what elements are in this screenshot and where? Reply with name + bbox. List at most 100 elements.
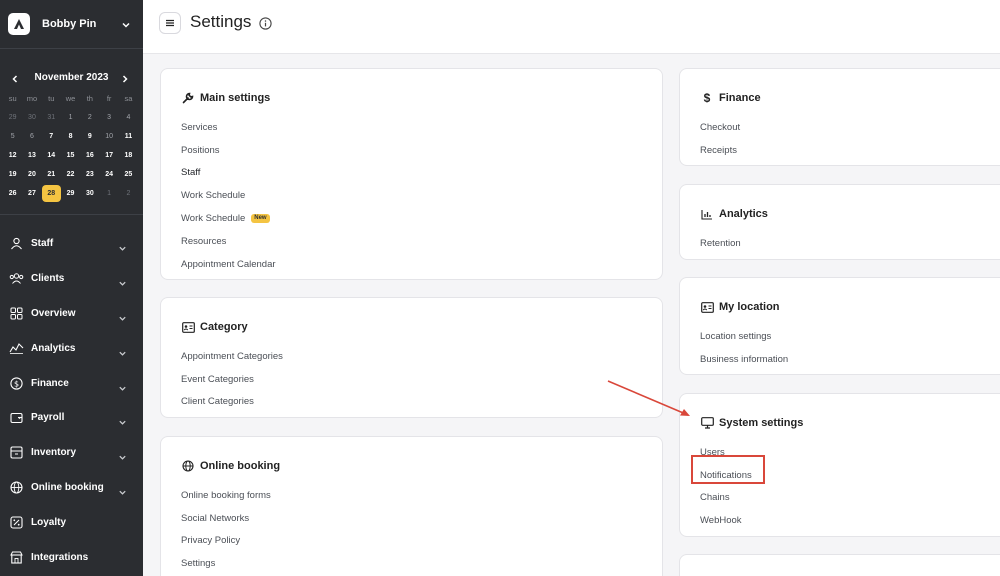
- link-resources[interactable]: Resources: [181, 230, 276, 253]
- chevron-down-icon: [118, 414, 127, 432]
- calendar-day[interactable]: 5: [3, 128, 22, 145]
- link-users[interactable]: Users: [700, 441, 752, 464]
- chevron-down-icon: [118, 449, 127, 467]
- weekday-label: th: [86, 94, 93, 103]
- link-location-settings[interactable]: Location settings: [700, 325, 788, 348]
- calendar-day[interactable]: 23: [80, 166, 99, 183]
- link-webhook[interactable]: WebHook: [700, 509, 752, 532]
- calendar-day[interactable]: 27: [22, 185, 41, 202]
- calendar-day[interactable]: 30: [22, 109, 41, 126]
- sidebar-item-finance[interactable]: $ Finance: [0, 366, 143, 401]
- hamburger-icon: [166, 19, 174, 27]
- link-list: Services Positions Staff Work Schedule W…: [181, 116, 276, 276]
- chevron-down-icon: [118, 484, 127, 502]
- chevron-right-icon[interactable]: [120, 71, 130, 89]
- new-badge: New: [251, 214, 270, 224]
- sidebar-item-analytics[interactable]: Analytics: [0, 331, 143, 366]
- calendar-day[interactable]: 8: [61, 128, 80, 145]
- link-notifications[interactable]: Notifications: [700, 464, 752, 487]
- calendar-day[interactable]: 10: [99, 128, 118, 145]
- calendar-day[interactable]: 1: [99, 185, 118, 202]
- calendar-day[interactable]: 7: [42, 128, 61, 145]
- account-name: Bobby Pin: [42, 18, 97, 30]
- calendar-day[interactable]: 4: [119, 109, 138, 126]
- calendar-day[interactable]: 3: [99, 109, 118, 126]
- link-client-categories[interactable]: Client Categories: [181, 391, 283, 414]
- link-list: Users Notifications Chains WebHook: [700, 441, 752, 532]
- calendar-day[interactable]: 21: [42, 166, 61, 183]
- link-list: Online booking forms Social Networks Pri…: [181, 484, 271, 575]
- account-switcher[interactable]: Bobby Pin: [0, 0, 143, 48]
- link-work-schedule[interactable]: Work Schedule: [181, 184, 276, 207]
- link-list: Appointment Categories Event Categories …: [181, 345, 283, 413]
- link-receipts[interactable]: Receipts: [700, 139, 740, 162]
- calendar-week: 29 30 31 1 2 3 4: [3, 108, 139, 127]
- link-online-booking-forms[interactable]: Online booking forms: [181, 484, 271, 507]
- sidebar-item-label: Staff: [31, 237, 54, 249]
- calendar-day[interactable]: 17: [99, 147, 118, 164]
- chevron-down-icon[interactable]: [121, 17, 131, 35]
- calendar-day[interactable]: 31: [42, 109, 61, 126]
- sidebar-item-staff[interactable]: Staff: [0, 226, 143, 261]
- link-appointment-calendar[interactable]: Appointment Calendar: [181, 253, 276, 276]
- calendar-week: 5 6 7 8 9 10 11: [3, 127, 139, 146]
- link-social-networks[interactable]: Social Networks: [181, 507, 271, 530]
- calendar-day[interactable]: 2: [119, 185, 138, 202]
- link-settings[interactable]: Settings: [181, 552, 271, 575]
- calendar-day[interactable]: 19: [3, 166, 22, 183]
- sidebar-item-payroll[interactable]: Payroll: [0, 400, 143, 435]
- calendar-day[interactable]: 9: [80, 128, 99, 145]
- calendar-day[interactable]: 11: [119, 128, 138, 145]
- link-privacy-policy[interactable]: Privacy Policy: [181, 530, 271, 553]
- menu-toggle-button[interactable]: [159, 12, 181, 34]
- calendar-day[interactable]: 20: [22, 166, 41, 183]
- calendar-day[interactable]: 1: [61, 109, 80, 126]
- link-services[interactable]: Services: [181, 116, 276, 139]
- sidebar-item-loyalty[interactable]: Loyalty: [0, 505, 143, 540]
- calendar-day[interactable]: 2: [80, 109, 99, 126]
- divider: [0, 214, 143, 215]
- link-work-schedule-new[interactable]: Work Schedule New: [181, 207, 276, 230]
- calendar-day[interactable]: 13: [22, 147, 41, 164]
- calendar-day[interactable]: 15: [61, 147, 80, 164]
- weekday-label: mo: [26, 94, 38, 103]
- calendar-day[interactable]: 16: [80, 147, 99, 164]
- calendar-week: 19 20 21 22 23 24 25: [3, 165, 139, 184]
- link-chains[interactable]: Chains: [700, 487, 752, 510]
- link-business-information[interactable]: Business information: [700, 348, 788, 371]
- calendar-day[interactable]: 14: [42, 147, 61, 164]
- calendar-day[interactable]: 18: [119, 147, 138, 164]
- chevron-down-icon: [118, 380, 127, 398]
- id-card-icon: [700, 300, 714, 314]
- sidebar-item-label: Analytics: [31, 342, 76, 354]
- info-icon[interactable]: [259, 17, 272, 35]
- sidebar-item-label: Clients: [31, 272, 65, 284]
- link-event-categories[interactable]: Event Categories: [181, 368, 283, 391]
- calendar-day[interactable]: 30: [80, 185, 99, 202]
- link-retention[interactable]: Retention: [700, 232, 741, 255]
- calendar-day[interactable]: 12: [3, 147, 22, 164]
- calendar-day[interactable]: 24: [99, 166, 118, 183]
- calendar-day[interactable]: 25: [119, 166, 138, 183]
- card-finance: $ Finance Checkout Receipts: [679, 68, 1000, 166]
- sidebar-item-inventory[interactable]: Inventory: [0, 435, 143, 470]
- link-checkout[interactable]: Checkout: [700, 116, 740, 139]
- link-positions[interactable]: Positions: [181, 139, 276, 162]
- sidebar-item-overview[interactable]: Overview: [0, 296, 143, 331]
- sidebar-item-online-booking[interactable]: Online booking: [0, 470, 143, 505]
- calendar-day[interactable]: 26: [3, 185, 22, 202]
- id-card-icon: [181, 320, 195, 334]
- calendar-grid: su mo tu we th fr sa 29 30 31 1 2 3 4 5 6 7 8 9 10 11 12 13 14 1…: [3, 89, 139, 203]
- link-appointment-categories[interactable]: Appointment Categories: [181, 345, 283, 368]
- calendar-day[interactable]: 6: [22, 128, 41, 145]
- link-staff[interactable]: Staff: [181, 162, 276, 185]
- calendar-day-selected[interactable]: 28: [41, 185, 61, 202]
- globe-icon: [9, 480, 24, 495]
- calendar-day[interactable]: 29: [61, 185, 80, 202]
- calendar-day[interactable]: 29: [3, 109, 22, 126]
- card-partial: [679, 554, 1000, 576]
- chevron-down-icon: [118, 345, 127, 363]
- sidebar-item-clients[interactable]: Clients: [0, 261, 143, 296]
- sidebar-item-integrations[interactable]: Integrations: [0, 540, 143, 575]
- calendar-day[interactable]: 22: [61, 166, 80, 183]
